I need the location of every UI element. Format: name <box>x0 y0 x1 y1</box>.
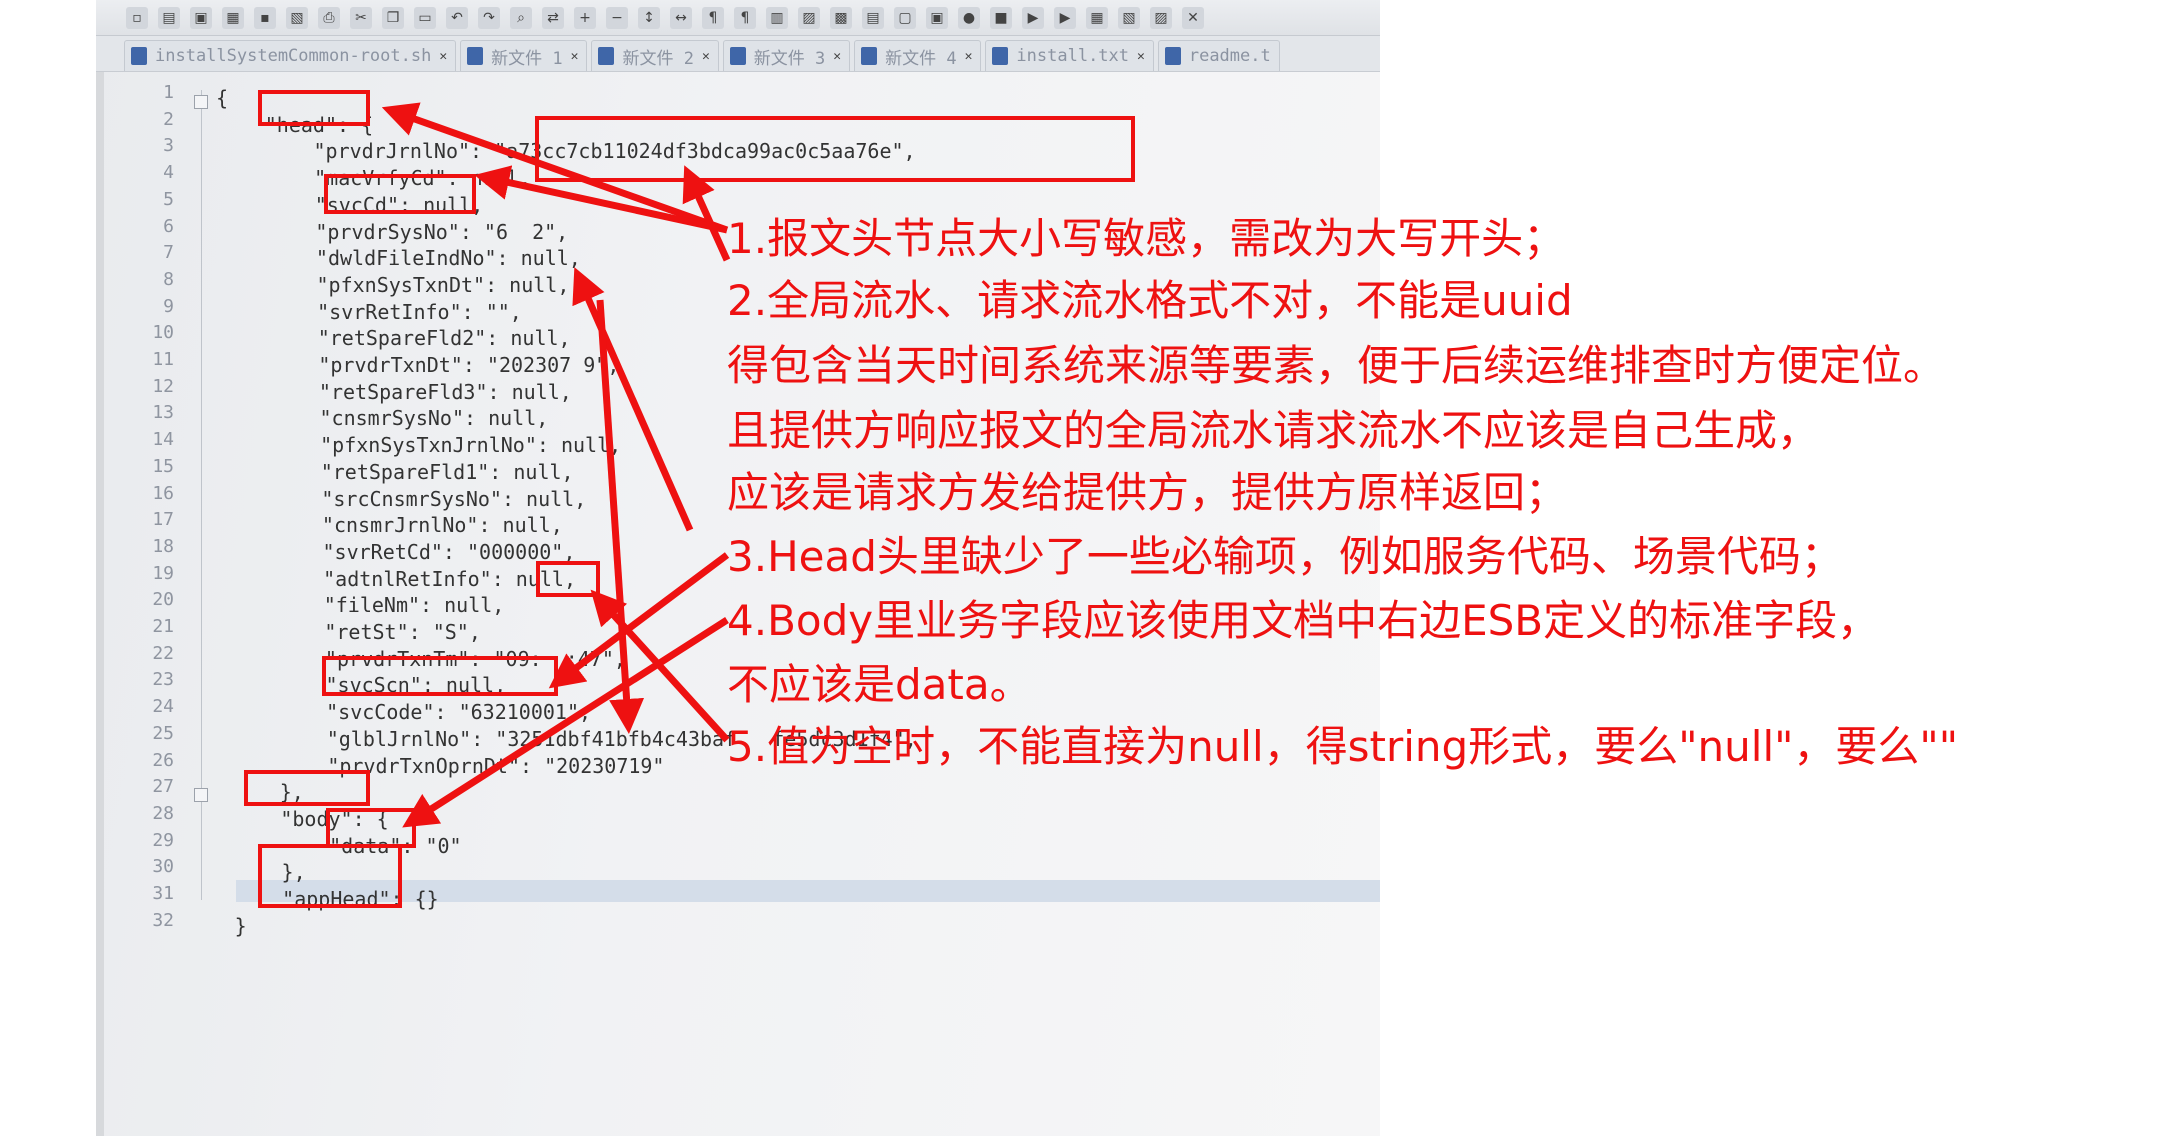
arrow-to-head <box>381 102 729 234</box>
note-line-5: 应该是请求方发给提供方，提供方原样返回； <box>727 468 1568 517</box>
note-line-3: 得包含当天时间系统来源等要素，便于后续运维排查时方便定位。 <box>727 341 1946 390</box>
note-line-2: 2.全局流水、请求流水格式不对，不能是uuid <box>727 276 1573 325</box>
arrow-to-svcCd-line <box>572 267 694 532</box>
note-line-4: 且提供方响应报文的全局流水请求流水不应该是自己生成， <box>727 406 1820 455</box>
arrow-to-data <box>402 617 729 828</box>
note-line-8: 不应该是data。 <box>727 660 1032 709</box>
note-line-6: 3.Head头里缺少了一些必输项，例如服务代码、场景代码； <box>727 532 1843 581</box>
arrow-to-svcscn <box>548 552 730 689</box>
note-line-1: 1.报文头节点大小写敏感，需改为大写开头； <box>727 214 1566 263</box>
note-line-7: 4.Body里业务字段应该使用文档中右边ESB定义的标准字段， <box>727 596 1880 645</box>
arrow-to-null <box>590 589 730 743</box>
note-line-9: 5.值为空时，不能直接为null，得string形式，要么"null"，要么"" <box>727 722 1959 771</box>
